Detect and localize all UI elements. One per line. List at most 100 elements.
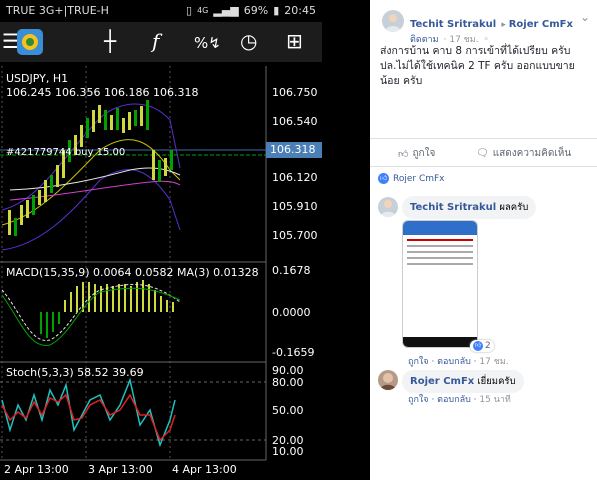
candle — [170, 150, 173, 170]
candle — [110, 115, 113, 130]
like-label: ถูกใจ — [412, 148, 436, 159]
chart-ohlc: 106.245 106.356 106.186 106.318 — [6, 86, 199, 99]
comment-author[interactable]: Techit Sritrakul — [410, 202, 496, 213]
facebook-post: Techit Sritrakul ▸ Rojer CmFx ติดตาม · 1… — [370, 0, 597, 480]
carrier-label: TRUE 3G+|TRUE-H — [6, 4, 109, 17]
macd-tick: -0.1659 — [272, 346, 315, 359]
comment-bubble: Techit Sritrakul ผลครับ — [402, 196, 537, 219]
candle — [122, 118, 125, 133]
thumbs-up-icon: 👍︎ — [398, 148, 409, 160]
author-avatar[interactable] — [382, 10, 404, 32]
comment-actions: ถูกใจ · ตอบกลับ · 17 ชม. — [408, 357, 509, 367]
comment-like[interactable]: ถูกใจ — [408, 357, 429, 367]
crosshair-icon[interactable]: ┼ — [104, 30, 116, 52]
objects-icon[interactable]: %↯ — [194, 32, 221, 54]
image-navbar — [403, 337, 477, 347]
macd-tick: 0.0000 — [272, 306, 311, 319]
stoch-tick: 10.00 — [272, 445, 304, 458]
network-type: 4G — [197, 6, 209, 15]
macd-signal-line — [1, 283, 181, 341]
comment-label: แสดงความคิดเห็น — [492, 148, 572, 159]
date-tick: 3 Apr 13:00 — [88, 463, 153, 476]
timeframe-clock-icon[interactable]: ◷ — [240, 30, 257, 52]
image-line — [407, 251, 473, 253]
image-line — [407, 239, 473, 241]
speech-bubble-icon: 🗨︎ — [476, 148, 489, 159]
candle — [92, 110, 95, 132]
candle — [158, 160, 161, 182]
candle — [20, 205, 23, 225]
price-tick: 105.910 — [272, 200, 318, 213]
image-header — [403, 221, 477, 235]
image-line — [407, 257, 473, 259]
comment-avatar[interactable] — [378, 370, 398, 390]
price-tick: 106.540 — [272, 115, 318, 128]
macd-tick: 0.1678 — [272, 264, 311, 277]
like-button[interactable]: 👍︎ ถูกใจ — [398, 146, 435, 161]
order-label: #421779744 buy 15.00 — [6, 147, 126, 158]
divider — [370, 138, 597, 139]
candle — [8, 210, 11, 235]
comment-text: ผลครับ — [499, 202, 529, 213]
date-tick: 2 Apr 13:00 — [4, 463, 69, 476]
candle — [134, 110, 137, 126]
comment-time: 17 ชม. — [479, 357, 509, 367]
battery-percent: 69% — [243, 4, 269, 17]
post-target[interactable]: Rojer CmFx — [509, 19, 573, 30]
divider — [370, 166, 597, 167]
metatrader-logo-icon — [16, 28, 44, 60]
candle — [140, 106, 143, 126]
candle — [38, 190, 41, 205]
macd-title: MACD(15,35,9) 0.0064 0.0582 MA(3) 0.0132… — [6, 266, 259, 279]
candle — [44, 180, 47, 202]
candle — [146, 100, 149, 130]
battery-icon: ▮ — [273, 4, 280, 17]
comment-avatar[interactable] — [378, 197, 398, 217]
mt4-screenshot: TRUE 3G+|TRUE-H ▯ 4G ▂▄▆ 69% ▮ 20:45 ☰ ┼… — [0, 0, 370, 480]
comment-actions: ถูกใจ · ตอบกลับ · 15 นาที — [408, 395, 511, 405]
like-reaction-icon: 👍︎ — [378, 173, 389, 184]
price-tick: 106.120 — [272, 171, 318, 184]
candle — [56, 165, 59, 187]
candle — [152, 150, 155, 180]
like-reaction-icon: 👍︎ — [473, 341, 483, 351]
stoch-tick: 50.00 — [272, 404, 304, 417]
candle — [80, 125, 83, 147]
date-tick: 4 Apr 13:00 — [172, 463, 237, 476]
candle — [14, 218, 17, 236]
mt4-toolbar: ☰ ┼ f %↯ ◷ ⊞ — [0, 22, 322, 62]
price-tick: 105.700 — [272, 229, 318, 242]
image-line — [407, 245, 473, 247]
comment-reply[interactable]: ตอบกลับ — [437, 357, 471, 367]
chart-symbol: USDJPY, H1 — [6, 72, 69, 85]
phone-status-bar: TRUE 3G+|TRUE-H ▯ 4G ▂▄▆ 69% ▮ 20:45 — [0, 0, 322, 20]
clock: 20:45 — [284, 4, 316, 17]
arrow-right-icon: ▸ — [501, 20, 509, 30]
signal-icon: ▂▄▆ — [213, 4, 239, 17]
candle — [104, 110, 107, 130]
reaction-name: Rojer CmFx — [393, 173, 445, 184]
comment-author[interactable]: Rojer CmFx — [410, 376, 474, 387]
comment-text: เยี่ยมครับ — [477, 376, 516, 387]
current-price-tag: 106.318 — [266, 142, 322, 158]
comment-reply[interactable]: ตอบกลับ — [437, 395, 471, 405]
comment-bubble: Rojer CmFx เยี่ยมครับ — [402, 370, 524, 393]
reaction-summary[interactable]: 👍︎ Rojer CmFx — [378, 173, 445, 184]
candle — [116, 108, 119, 130]
comment-button[interactable]: 🗨︎ แสดงความคิดเห็น — [476, 146, 571, 161]
comment-image[interactable] — [402, 220, 478, 348]
chevron-down-icon[interactable]: ⌄ — [580, 10, 590, 24]
comment-time: 15 นาที — [479, 395, 511, 405]
candle — [86, 118, 89, 138]
image-line — [407, 263, 473, 265]
stoch-tick: 80.00 — [272, 376, 304, 389]
comment-reactions[interactable]: 👍︎ 2 — [470, 340, 494, 352]
reaction-count: 2 — [485, 341, 491, 351]
comment-like[interactable]: ถูกใจ — [408, 395, 429, 405]
candle — [26, 200, 29, 218]
indicators-icon[interactable]: f — [152, 30, 159, 52]
new-order-icon[interactable]: ⊞ — [286, 30, 303, 52]
candle — [98, 105, 101, 123]
candle — [164, 158, 167, 176]
candle — [128, 112, 131, 130]
